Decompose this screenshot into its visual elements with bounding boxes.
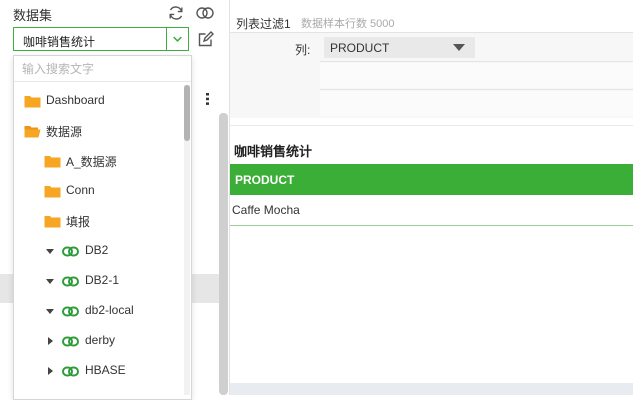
tree-item-label: DB2-1 [85,273,120,287]
tree-item-dashboard[interactable]: Dashboard [14,86,182,116]
tree-item-label: HBASE [85,363,126,377]
connection-icon [62,366,79,377]
connection-icon [62,336,79,347]
tree-item-label: DB2 [85,243,109,257]
table-header: PRODUCT [230,164,633,195]
tree-item-db2-local[interactable]: db2-local [14,296,182,326]
caret-down-icon[interactable] [46,277,54,285]
panel-scrollbar[interactable] [219,113,228,395]
tree-item-fill-report[interactable]: 填报 [14,206,182,236]
table-row[interactable]: Caffe Mocha [230,195,633,226]
tree-item-a-datasource[interactable]: A_数据源 [14,146,182,176]
table-title: 咖啡销售统计 [234,144,313,159]
caret-right-icon[interactable] [46,337,54,345]
folder-icon [44,156,61,168]
filter-option-row[interactable] [320,91,633,116]
dataset-panel-title: 数据集 [13,8,53,23]
dataset-dropdown: Dashboard 数据源 A_数据源 Conn 填报 [13,55,192,400]
link-icon[interactable] [195,4,215,22]
tree-item-datasource[interactable]: 数据源 [14,116,182,146]
tree-item-label: derby [85,333,116,347]
connection-icon [62,246,79,257]
tree-item-label: db2-local [85,303,134,317]
dropdown-scroll-thumb[interactable] [184,85,190,141]
folder-icon [44,216,61,228]
tree-item-label: 填报 [66,215,91,229]
tree-item-label: Dashboard [46,93,105,107]
folder-icon [24,96,41,108]
connection-icon [62,306,79,317]
bottom-bar [230,383,633,395]
folder-icon [44,186,61,198]
filter-tab-header: 列表过滤1 数据样本行数 5000 [230,6,633,33]
dataset-select-value: 咖啡销售统计 [23,35,96,49]
column-select[interactable]: PRODUCT [324,37,475,58]
edit-icon[interactable] [197,30,215,48]
column-header[interactable]: PRODUCT [235,173,294,187]
table-preview: 咖啡销售统计 PRODUCT Caffe Mocha [230,125,633,384]
filter-option-row[interactable] [320,63,633,88]
tree-item-derby[interactable]: derby [14,326,182,356]
divider [320,61,633,62]
chevron-down-icon[interactable] [166,28,188,50]
filter-config: 列: PRODUCT [230,33,633,118]
tree-item-label: 数据源 [46,125,83,139]
connection-icon [62,276,79,287]
tree-item-conn[interactable]: Conn [14,176,182,206]
tree-item-label: A_数据源 [66,155,117,169]
dataset-select[interactable]: 咖啡销售统计 [13,27,189,51]
caret-down-icon[interactable] [46,247,54,255]
more-vertical-icon[interactable] [204,92,212,106]
tree-item-db2-1[interactable]: DB2-1 [14,266,182,296]
filter-tab-title[interactable]: 列表过滤1 [236,15,291,32]
refresh-icon[interactable] [167,4,185,22]
dataset-search-input[interactable] [14,56,191,82]
divider [320,89,633,90]
folder-open-icon [24,126,41,138]
table-cell: Caffe Mocha [232,203,300,217]
tree-item-label: Conn [66,183,95,197]
sample-row-count: 数据样本行数 5000 [301,18,395,30]
dropdown-scrollbar[interactable] [184,85,190,395]
tree-item-db2[interactable]: DB2 [14,236,182,266]
tree-item-hbase[interactable]: HBASE [14,356,182,386]
caret-down-icon[interactable] [46,307,54,315]
column-label: 列: [295,43,311,57]
caret-down-icon[interactable] [453,44,465,51]
caret-right-icon[interactable] [46,367,54,375]
column-select-value: PRODUCT [330,41,390,55]
